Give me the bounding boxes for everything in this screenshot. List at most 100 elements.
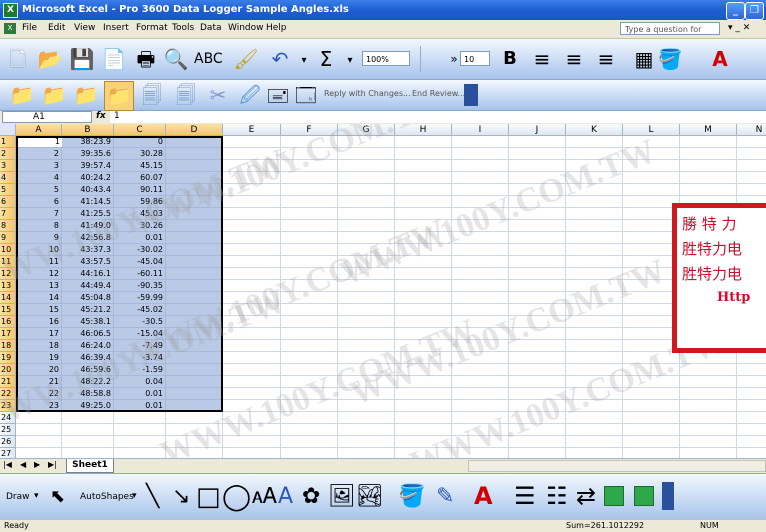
cell-l24[interactable] [623, 412, 680, 424]
cell-k5[interactable] [566, 184, 623, 196]
cell-f8[interactable] [281, 220, 338, 232]
cell-c17[interactable]: -15.04 [114, 328, 166, 340]
cell-h27[interactable] [395, 448, 452, 458]
cell-l23[interactable] [623, 400, 680, 412]
cell-l4[interactable] [623, 172, 680, 184]
cell-a22[interactable]: 22 [16, 388, 62, 400]
cell-b11[interactable]: 43:57.5 [62, 256, 114, 268]
cell-i18[interactable] [452, 340, 509, 352]
clip-art-icon[interactable]: 🖼 [328, 484, 356, 509]
cell-i8[interactable] [452, 220, 509, 232]
cell-l22[interactable] [623, 388, 680, 400]
cell-m22[interactable] [680, 388, 737, 400]
cell-g3[interactable] [338, 160, 395, 172]
cell-g10[interactable] [338, 244, 395, 256]
cell-m2[interactable] [680, 148, 737, 160]
fill-color-icon[interactable]: 🪣 [398, 484, 425, 509]
cell-j12[interactable] [509, 268, 566, 280]
row-header[interactable]: 12 [0, 268, 16, 280]
cell-b20[interactable]: 46:59.6 [62, 364, 114, 376]
show-ink-icon[interactable]: 🗐 [138, 81, 166, 109]
cell-c3[interactable]: 45.15 [114, 160, 166, 172]
row-header[interactable]: 25 [0, 424, 16, 436]
cell-i4[interactable] [452, 172, 509, 184]
cell-e7[interactable] [223, 208, 281, 220]
cell-b18[interactable]: 46:24.0 [62, 340, 114, 352]
cell-j27[interactable] [509, 448, 566, 458]
menu-close-icon[interactable]: ▾ _ ✕ [728, 23, 750, 33]
column-header-a[interactable]: A [16, 124, 62, 136]
row-header[interactable]: 15 [0, 304, 16, 316]
folder-icon[interactable]: 📁 [8, 81, 36, 109]
cell-j1[interactable] [509, 136, 566, 148]
cell-i23[interactable] [452, 400, 509, 412]
cell-h9[interactable] [395, 232, 452, 244]
cell-k8[interactable] [566, 220, 623, 232]
new-document-icon[interactable]: 🗋 [4, 45, 32, 73]
row-header[interactable]: 21 [0, 376, 16, 388]
cell-i5[interactable] [452, 184, 509, 196]
cell-b3[interactable]: 39:57.4 [62, 160, 114, 172]
cell-l5[interactable] [623, 184, 680, 196]
prev-sheet-icon[interactable]: ◀ [20, 460, 26, 469]
cell-j8[interactable] [509, 220, 566, 232]
cell-a15[interactable]: 15 [16, 304, 62, 316]
text-box-icon[interactable]: 🗚 [252, 484, 277, 509]
minimize-icon[interactable]: _ [726, 2, 745, 20]
track-changes-icon[interactable]: ✂ [204, 81, 232, 109]
cell-l3[interactable] [623, 160, 680, 172]
autoshapes-button[interactable]: AutoShapes [80, 492, 134, 502]
cell-g18[interactable] [338, 340, 395, 352]
cell-b2[interactable]: 39:35.6 [62, 148, 114, 160]
cell-i20[interactable] [452, 364, 509, 376]
cell-j13[interactable] [509, 280, 566, 292]
cell-i6[interactable] [452, 196, 509, 208]
select-objects-icon[interactable]: ⬉ [50, 486, 65, 507]
cell-e26[interactable] [223, 436, 281, 448]
cell-g6[interactable] [338, 196, 395, 208]
delete-comment-icon[interactable]: 🗐 [172, 81, 200, 109]
reply-with-changes-button[interactable]: Reply with Changes... [324, 89, 411, 98]
row-header[interactable]: 17 [0, 328, 16, 340]
cell-d18[interactable] [166, 340, 223, 352]
oval-icon[interactable]: ◯ [222, 482, 251, 512]
cell-e18[interactable] [223, 340, 281, 352]
menu-tools[interactable]: Tools [172, 23, 194, 33]
cell-c14[interactable]: -59.99 [114, 292, 166, 304]
cell-f22[interactable] [281, 388, 338, 400]
show-comments-icon[interactable]: 📁 [104, 81, 134, 111]
align-right-icon[interactable]: ≡ [592, 45, 620, 73]
cell-c25[interactable] [114, 424, 166, 436]
cell-f14[interactable] [281, 292, 338, 304]
prev-comment-icon[interactable]: 📁 [40, 81, 68, 109]
cell-h25[interactable] [395, 424, 452, 436]
cell-i11[interactable] [452, 256, 509, 268]
cell-e13[interactable] [223, 280, 281, 292]
row-header[interactable]: 13 [0, 280, 16, 292]
cell-j19[interactable] [509, 352, 566, 364]
cell-h4[interactable] [395, 172, 452, 184]
cell-g8[interactable] [338, 220, 395, 232]
cell-n1[interactable] [737, 136, 766, 148]
cell-f24[interactable] [281, 412, 338, 424]
cell-g5[interactable] [338, 184, 395, 196]
column-header-f[interactable]: F [281, 124, 338, 136]
cell-n2[interactable] [737, 148, 766, 160]
cell-c6[interactable]: 59.86 [114, 196, 166, 208]
cell-l21[interactable] [623, 376, 680, 388]
cell-k21[interactable] [566, 376, 623, 388]
cell-e5[interactable] [223, 184, 281, 196]
row-header[interactable]: 6 [0, 196, 16, 208]
cell-m20[interactable] [680, 364, 737, 376]
cell-g1[interactable] [338, 136, 395, 148]
cell-b23[interactable]: 49:25.0 [62, 400, 114, 412]
cell-c1[interactable]: 0 [114, 136, 166, 148]
cell-a13[interactable]: 13 [16, 280, 62, 292]
cell-f5[interactable] [281, 184, 338, 196]
cell-j10[interactable] [509, 244, 566, 256]
cell-b21[interactable]: 48:22.2 [62, 376, 114, 388]
cell-i26[interactable] [452, 436, 509, 448]
cell-d5[interactable] [166, 184, 223, 196]
cell-j20[interactable] [509, 364, 566, 376]
font-color-icon[interactable]: A [706, 45, 734, 73]
